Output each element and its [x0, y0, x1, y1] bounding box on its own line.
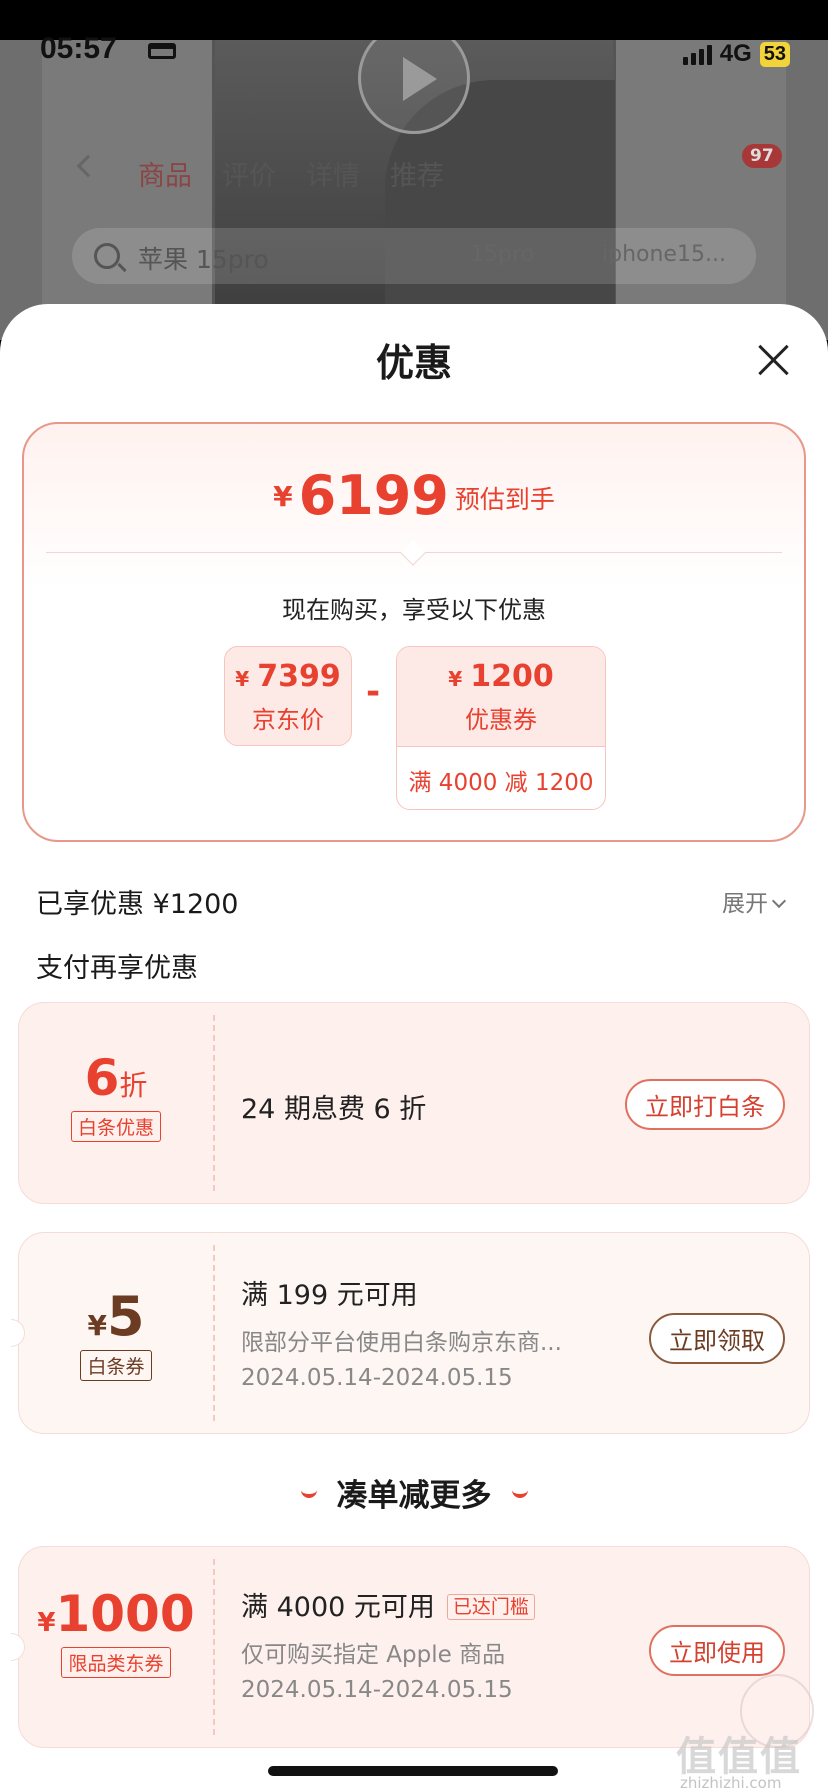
category-coupon-card: ¥1000 限品类东券 满 4000 元可用 已达门槛 仅可购买指定 Apple …: [11, 1546, 810, 1748]
discount-sheet: 优惠 ¥6199 预估到手 现在购买，享受以下优惠 ¥7399 京东价 - ¥12…: [0, 304, 828, 1792]
jd-price-value: 7399: [257, 659, 341, 694]
jd-price-box: ¥7399 京东价: [224, 646, 352, 746]
coupon-box: ¥1200 优惠券 满 4000 减 1200: [396, 646, 606, 810]
close-icon[interactable]: [756, 342, 792, 378]
battery-icon: 53: [759, 41, 790, 67]
coupon-amount: ¥1000: [37, 1585, 195, 1643]
coupon-scope: 仅可购买指定 Apple 商品: [241, 1642, 506, 1668]
coupon-type-tag: 白条券: [80, 1350, 152, 1381]
claim-coupon-button[interactable]: 立即领取: [649, 1313, 785, 1364]
search-text: 苹果 15pro: [138, 245, 269, 274]
coupon-threshold: 满 199 元可用: [241, 1280, 418, 1311]
watermark-url: zhizhizhi.com: [680, 1774, 782, 1792]
card-divider: [213, 1245, 215, 1421]
status-indicators: 4G 53: [682, 40, 790, 68]
sleep-focus-icon: [148, 43, 176, 59]
home-indicator[interactable]: [268, 1766, 558, 1776]
coupon-validity: 2024.05.14-2024.05.15: [241, 1677, 513, 1703]
card-divider: [213, 1559, 215, 1735]
smile-icon: [511, 1490, 528, 1498]
signal-icon: [682, 43, 712, 65]
divider-notch: [400, 540, 426, 566]
sheet-title: 优惠: [375, 341, 452, 385]
baitiao-discount-card: 6折 白条优惠 24 期息费 6 折 立即打白条: [18, 1002, 810, 1204]
baitiao-tag: 白条优惠: [70, 1111, 161, 1142]
tab-details[interactable]: 详情: [306, 154, 360, 193]
status-time: 05:57: [40, 32, 117, 65]
chevron-down-icon: [771, 893, 787, 909]
coupon-type-tag: 限品类东券: [61, 1647, 171, 1678]
coupon-scope: 限部分平台使用白条购京东商...: [241, 1330, 562, 1356]
use-baitiao-button[interactable]: 立即打白条: [625, 1079, 785, 1130]
search-chip[interactable]: iphone15...: [602, 242, 726, 267]
threshold-reached-badge: 已达门槛: [446, 1594, 535, 1620]
enjoyed-discount: 已享优惠 ¥1200: [36, 889, 239, 920]
search-chip[interactable]: 15pro: [470, 242, 534, 267]
baitiao-coupon-card: ¥5 白条券 满 199 元可用 限部分平台使用白条购京东商... 2024.0…: [11, 1232, 810, 1434]
coupon-validity: 2024.05.14-2024.05.15: [241, 1365, 513, 1391]
estimated-price-label: 预估到手: [454, 485, 555, 514]
estimated-price-value: 6199: [298, 464, 449, 527]
price-summary-card: ¥6199 预估到手 现在购买，享受以下优惠 ¥7399 京东价 - ¥1200 …: [22, 422, 806, 842]
status-bar: [0, 0, 828, 40]
card-divider: [213, 1015, 215, 1191]
coupon-value: 1200: [470, 659, 554, 694]
use-coupon-button[interactable]: 立即使用: [649, 1625, 785, 1676]
estimated-price: ¥6199 预估到手: [273, 464, 555, 527]
smile-icon: [300, 1490, 317, 1498]
product-tabs: 商品 评价 详情 推荐: [138, 154, 444, 193]
coupon-amount: ¥5: [87, 1285, 145, 1348]
search-bar[interactable]: 苹果 15pro 15pro iphone15...: [72, 228, 756, 284]
tab-reviews[interactable]: 评价: [222, 154, 276, 193]
coupon-label: 优惠券: [465, 706, 537, 734]
tab-product[interactable]: 商品: [138, 154, 192, 193]
more-discount-heading: 凑单减更多: [0, 1470, 828, 1515]
discount-value: 6折: [84, 1049, 148, 1107]
search-icon: [94, 243, 120, 269]
jd-price-label: 京东价: [252, 706, 324, 734]
tab-recommend[interactable]: 推荐: [390, 154, 444, 193]
now-buy-text: 现在购买，享受以下优惠: [282, 596, 546, 624]
network-type: 4G: [719, 40, 752, 67]
coupon-threshold: 满 4000 元可用 已达门槛: [241, 1585, 535, 1624]
pay-more-heading: 支付再享优惠: [36, 953, 198, 984]
installment-text: 24 期息费 6 折: [241, 1094, 427, 1125]
minus-sign: -: [366, 672, 381, 712]
cart-badge: 97: [742, 144, 782, 168]
expand-button[interactable]: 展开: [722, 884, 787, 918]
coupon-condition: 满 4000 减 1200: [408, 770, 594, 796]
